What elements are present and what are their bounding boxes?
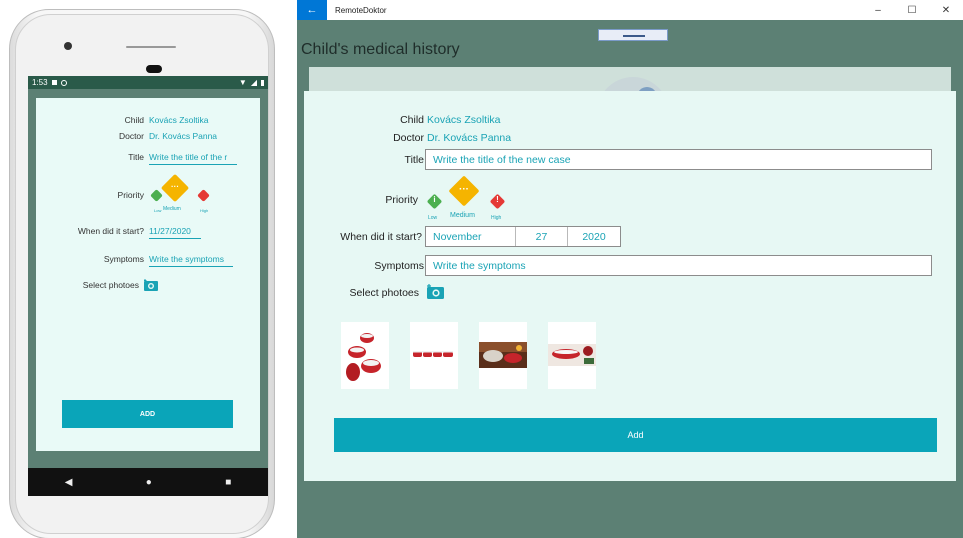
symptoms-input[interactable]: Write the symptoms <box>425 255 932 276</box>
title-label: Title <box>128 152 144 162</box>
close-button[interactable]: ✕ <box>929 0 963 20</box>
nav-back-icon[interactable]: ◀ <box>65 477 73 488</box>
symptoms-input[interactable]: Write the symptoms <box>149 254 233 267</box>
symptoms-placeholder: Write the symptoms <box>433 259 526 272</box>
add-button[interactable]: ADD <box>62 400 233 428</box>
add-button[interactable]: Add <box>334 418 937 452</box>
priority-medium-label: Medium <box>450 212 475 219</box>
priority-high-label: High <box>200 208 209 213</box>
camera-icon[interactable] <box>427 284 444 299</box>
date-picker[interactable]: November 27 2020 <box>425 226 621 247</box>
phone-status-bar: 1:53 ▼ ◢ <box>28 76 268 89</box>
nav-recents-icon[interactable]: ■ <box>225 477 231 488</box>
phone-earpiece <box>146 65 162 73</box>
title-label: Title <box>404 154 424 166</box>
photo-thumbnail[interactable] <box>410 322 458 389</box>
photos-label: Select photoes <box>82 280 139 290</box>
window-controls: – ☐ ✕ <box>861 0 963 20</box>
maximize-button[interactable]: ☐ <box>895 0 929 20</box>
alert-icon: ! <box>496 195 499 204</box>
priority-low-label: Low <box>428 215 438 221</box>
form-card: Child Kovács Zsoltika Doctor Dr. Kovács … <box>304 91 956 481</box>
when-label: When did it start? <box>77 226 144 236</box>
more-icon: ··· <box>171 182 179 191</box>
date-year[interactable]: 2020 <box>568 227 620 246</box>
child-value: Kovács Zsoltika <box>149 115 209 125</box>
android-nav-bar: ◀ ● ■ <box>28 468 268 496</box>
page-title: Child's medical history <box>301 41 460 58</box>
drag-handle[interactable] <box>598 29 668 41</box>
back-arrow-icon[interactable]: ← <box>297 0 327 20</box>
child-label: Child <box>400 114 424 126</box>
battery-icon <box>261 79 264 86</box>
status-time: 1:53 <box>32 78 48 87</box>
photos-label: Select photoes <box>349 287 419 299</box>
priority-low-button[interactable] <box>150 189 163 202</box>
app-title: RemoteDoktor <box>335 5 387 15</box>
photo-thumbnail[interactable] <box>341 322 389 389</box>
doctor-label: Doctor <box>118 131 144 141</box>
child-value: Kovács Zsoltika <box>427 114 501 126</box>
doctor-value: Dr. Kovács Panna <box>149 131 218 141</box>
symptoms-label: Symptoms <box>103 254 144 264</box>
symptoms-label: Symptoms <box>374 260 424 272</box>
title-placeholder: Write the title of the new case <box>433 153 571 166</box>
photo-thumbnail[interactable] <box>479 322 527 389</box>
date-picker[interactable]: 11/27/2020 <box>149 226 201 239</box>
when-label: When did it start? <box>340 231 422 243</box>
sync-icon <box>60 79 67 86</box>
notification-icon <box>51 80 57 85</box>
minimize-button[interactable]: – <box>861 0 895 20</box>
phone-camera <box>64 42 72 50</box>
phone-mockup: 1:53 ▼ ◢ Child Kovács Zsoltika Doctor Dr… <box>9 9 275 538</box>
desktop-window: ← RemoteDoktor – ☐ ✕ Child's medical his… <box>297 0 963 538</box>
priority-high-label: High <box>491 215 502 221</box>
priority-high-button[interactable] <box>197 189 210 202</box>
title-input[interactable]: Write the title of the new case <box>425 149 932 170</box>
priority-label: Priority <box>385 194 418 206</box>
wifi-icon: ▼ <box>238 78 247 87</box>
doctor-label: Doctor <box>393 132 424 144</box>
nav-home-icon[interactable]: ● <box>146 477 152 488</box>
title-input[interactable]: Write the title of the r <box>149 152 237 165</box>
camera-icon[interactable] <box>144 279 158 291</box>
priority-low-label: Low <box>154 208 162 213</box>
date-month[interactable]: November <box>426 227 516 246</box>
priority-medium-label: Medium <box>163 206 181 212</box>
doctor-value: Dr. Kovács Panna <box>427 132 512 144</box>
child-label: Child <box>124 115 144 125</box>
title-bar: ← RemoteDoktor – ☐ ✕ <box>297 0 963 20</box>
priority-label: Priority <box>117 190 144 200</box>
date-day[interactable]: 27 <box>516 227 568 246</box>
phone-speaker <box>126 46 176 48</box>
photo-thumbnail[interactable] <box>548 322 596 389</box>
info-icon: i <box>433 195 436 204</box>
phone-form-card: Child Kovács Zsoltika Doctor Dr. Kovács … <box>36 98 260 451</box>
signal-icon: ◢ <box>250 78 257 87</box>
more-icon: ··· <box>459 184 469 195</box>
phone-screen: 1:53 ▼ ◢ Child Kovács Zsoltika Doctor Dr… <box>28 76 268 496</box>
